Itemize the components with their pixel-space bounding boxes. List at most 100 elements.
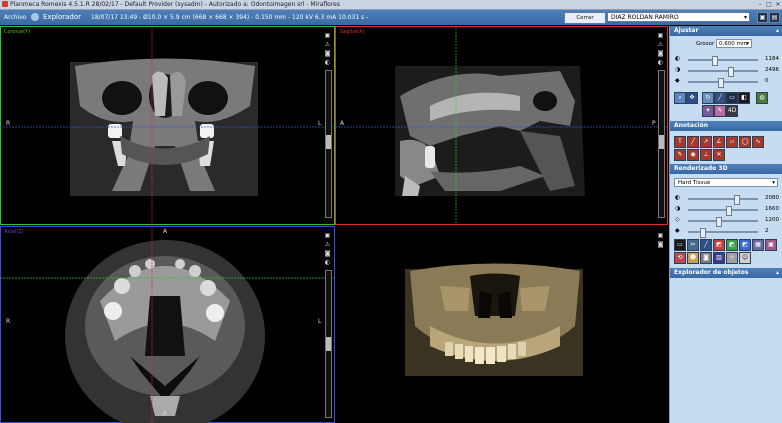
maximize-view-icon[interactable]: ▣ (324, 232, 331, 239)
slider-knob[interactable] (716, 217, 722, 227)
slider-knob[interactable] (712, 56, 718, 66)
ellipse-annotation-icon[interactable]: ◯ (739, 136, 751, 148)
snapshot-icon[interactable]: ◙ (700, 252, 712, 264)
reset-view-icon[interactable]: ⟲ (674, 252, 686, 264)
slider-knob[interactable] (700, 228, 706, 238)
collapse-icon[interactable]: ▴ (776, 26, 779, 36)
quality-icon: ◆ (675, 227, 680, 234)
nerve-annotation-icon[interactable]: ∿ (752, 136, 764, 148)
render-brightness-slider[interactable] (688, 195, 758, 205)
render-quality-slider[interactable] (688, 228, 758, 238)
camera-icon[interactable]: ◙ (324, 250, 331, 257)
zoom-icon[interactable]: ⌕ (674, 92, 686, 104)
slider-knob[interactable] (718, 78, 724, 88)
warning-icon[interactable]: ⚠ (657, 41, 664, 48)
brightness-value: 1184 (765, 56, 779, 62)
angle-annotation-icon[interactable]: ∠ (713, 136, 725, 148)
minimize-button[interactable]: – (756, 1, 764, 8)
sharpen-slider[interactable] (688, 78, 758, 88)
blue-plane-icon[interactable]: ◩ (739, 239, 751, 251)
coronal-slice-scrollbar[interactable] (325, 70, 332, 218)
window-titlebar: Planmeca Romexis 4.5.1.R 28/02/17 - Defa… (0, 0, 782, 10)
close-patient-button[interactable]: Cerrar paciente (564, 12, 606, 31)
slider-knob[interactable] (728, 67, 734, 77)
view-4d-icon[interactable]: 4D (726, 105, 738, 117)
scroll-thumb[interactable] (326, 135, 331, 149)
skull-icon[interactable]: ☻ (687, 252, 699, 264)
sculpt-icon[interactable]: ✧ (726, 252, 738, 264)
render-mode-icon[interactable]: ▭ (674, 239, 686, 251)
axial-left-label: R (6, 318, 11, 325)
line-annotation-icon[interactable]: ╱ (687, 136, 699, 148)
filter-icon[interactable]: ✦ (702, 105, 714, 117)
orientation-icon[interactable]: ◐ (657, 59, 664, 66)
freehand-annotation-icon[interactable]: ✎ (674, 149, 686, 161)
render-preset-select[interactable]: Hard Tissue ▾ (674, 178, 778, 187)
orientation-icon[interactable]: ◐ (324, 259, 331, 266)
adjust-section-header[interactable]: Ajustar ▴ (670, 26, 782, 36)
maximize-view-icon[interactable]: ▣ (657, 32, 664, 39)
scissors-icon[interactable]: ✂ (687, 239, 699, 251)
window-title: Planmeca Romexis 4.5.1.R 28/02/17 - Defa… (10, 1, 340, 8)
coronal-left-label: R (6, 120, 11, 127)
window-level-icon[interactable]: ▭ (726, 92, 738, 104)
warning-icon[interactable]: ⚠ (324, 241, 331, 248)
render-3d-image (405, 263, 583, 376)
annotation-section-header[interactable]: Anotación (670, 121, 782, 131)
annotation-3d-icon[interactable]: ▣ (765, 239, 777, 251)
slider-knob[interactable] (734, 195, 740, 205)
render-opacity-slider[interactable] (688, 217, 758, 227)
text-annotation-icon[interactable]: T (674, 136, 686, 148)
save-icon[interactable]: ▣ (757, 12, 768, 23)
sagittal-slice-scrollbar[interactable] (658, 70, 665, 218)
menu-archivo[interactable]: Archivo (4, 10, 26, 25)
scroll-thumb[interactable] (659, 135, 664, 149)
brush-icon[interactable]: ✎ (714, 105, 726, 117)
coronal-right-label: L (318, 120, 322, 127)
pan-icon[interactable]: ✥ (686, 92, 698, 104)
color-map-icon[interactable]: ◍ (756, 92, 768, 104)
green-plane-icon[interactable]: ◩ (726, 239, 738, 251)
patient-select[interactable]: DIAZ ROLDAN RAMIRO ▾ (607, 12, 750, 22)
maximize-button[interactable]: □ (765, 1, 773, 8)
face-icon[interactable]: ☺ (739, 252, 751, 264)
sagittal-left-label: A (340, 120, 345, 127)
density-annotation-icon[interactable]: ◉ (687, 149, 699, 161)
slider-knob[interactable] (726, 206, 732, 216)
arrow-annotation-icon[interactable]: ➚ (700, 136, 712, 148)
camera-icon[interactable]: ◙ (657, 241, 664, 248)
measure-icon[interactable]: ╱ (714, 92, 726, 104)
sagittal-right-label: P (652, 120, 656, 127)
warning-icon[interactable]: ⚠ (324, 41, 331, 48)
implant-annotation-icon[interactable]: ⊥ (700, 149, 712, 161)
axial-bottom-label: P (163, 411, 167, 418)
maximize-view-icon[interactable]: ▣ (657, 232, 664, 239)
delete-annotation-icon[interactable]: ✕ (713, 149, 725, 161)
rotate-icon[interactable]: ↻ (702, 92, 714, 104)
study-info: 18/07/17 13:49 - Ø10.0 × 5.9 cm (668 × 6… (91, 14, 369, 21)
contrast-slider[interactable] (688, 67, 758, 77)
export-icon[interactable]: ▤ (769, 12, 780, 23)
collapse-icon[interactable]: ▴ (776, 268, 779, 278)
scroll-thumb[interactable] (326, 337, 331, 351)
thickness-select[interactable]: 0,600 mm ▾ (716, 39, 752, 48)
close-window-button[interactable]: ✕ (774, 1, 782, 8)
area-annotation-icon[interactable]: ▱ (726, 136, 738, 148)
camera-icon[interactable]: ◙ (324, 50, 331, 57)
box-clip-icon[interactable]: ▦ (752, 239, 764, 251)
axial-slice-scrollbar[interactable] (325, 270, 332, 418)
maximize-view-icon[interactable]: ▣ (324, 32, 331, 39)
invert-icon[interactable]: ◧ (738, 92, 750, 104)
brightness-icon: ◐ (675, 194, 681, 201)
render-contrast-slider[interactable] (688, 206, 758, 216)
camera-icon[interactable]: ◙ (657, 50, 664, 57)
red-plane-icon[interactable]: ◩ (713, 239, 725, 251)
clip-plane-icon[interactable]: ╱ (700, 239, 712, 251)
render3d-section-header[interactable]: Renderizado 3D (670, 164, 782, 174)
module-title[interactable]: Explorador (43, 10, 81, 25)
object-explorer-section-header[interactable]: Explorador de objetos ▴ (670, 268, 782, 278)
brightness-slider[interactable] (688, 56, 758, 66)
orientation-icon[interactable]: ◐ (324, 59, 331, 66)
sagittal-view-tools: ▣ ⚠ ◙ ◐ (657, 32, 665, 68)
color-table-icon[interactable]: ▥ (713, 252, 725, 264)
